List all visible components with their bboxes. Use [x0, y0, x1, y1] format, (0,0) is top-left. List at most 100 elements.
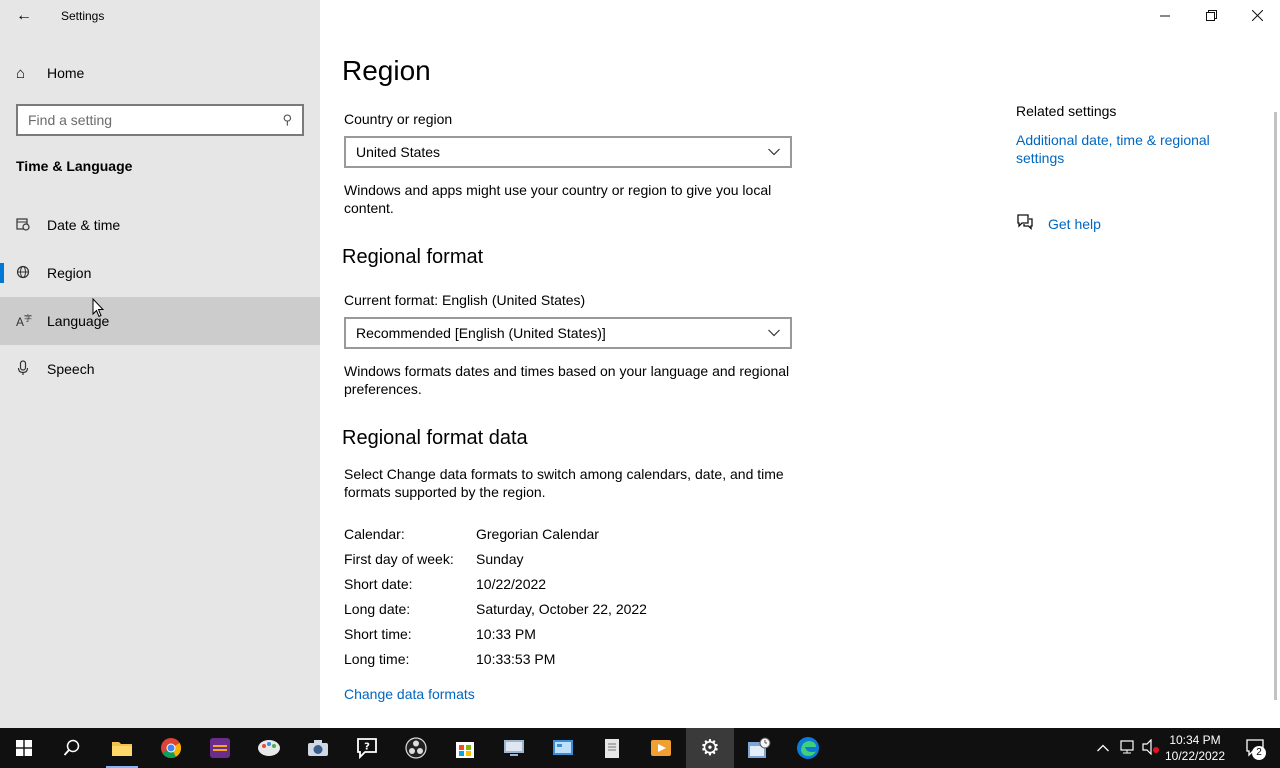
globe-icon [0, 265, 47, 282]
format-data-key: Short time: [344, 626, 412, 642]
country-dropdown[interactable]: United States [344, 136, 792, 168]
folder-icon [112, 742, 132, 756]
sidebar-item-date-time[interactable]: Date & time [0, 201, 320, 249]
format-data-value: Saturday, October 22, 2022 [476, 601, 647, 617]
format-data-value: 10/22/2022 [476, 576, 547, 592]
microphone-icon [0, 359, 47, 379]
clock-time: 10:34 PM [1169, 733, 1221, 747]
search-box[interactable]: ⚲ [16, 104, 304, 136]
paint-app-button[interactable] [245, 728, 293, 768]
chevron-down-icon [768, 326, 780, 340]
format-data-value: Gregorian Calendar [476, 526, 599, 542]
edge-button[interactable] [784, 728, 832, 768]
back-arrow-icon: ← [16, 7, 32, 24]
volume-muted-icon[interactable] [1142, 738, 1160, 758]
home-nav-item[interactable]: ⌂ Home [0, 56, 320, 90]
home-label: Home [47, 65, 85, 81]
format-dropdown[interactable]: Recommended [English (United States)] [344, 317, 792, 349]
back-button[interactable]: ← [8, 4, 40, 28]
regional-format-heading: Regional format [342, 246, 484, 268]
windows-logo-icon [16, 740, 32, 756]
edge-icon [797, 737, 819, 759]
tips-button[interactable]: ? [343, 728, 391, 768]
format-data-value: 10:33:53 PM [476, 651, 556, 667]
notification-count-badge: 2 [1252, 746, 1266, 760]
obs-icon [405, 737, 427, 759]
search-input[interactable] [28, 112, 258, 128]
obs-button[interactable] [392, 728, 440, 768]
scheduler-app-button[interactable] [735, 728, 783, 768]
help-chat-icon [1016, 214, 1048, 234]
page-title: Region [342, 55, 431, 86]
file-explorer-button[interactable] [98, 728, 146, 768]
camera-button[interactable] [294, 728, 342, 768]
help-bubble-icon: ? [357, 738, 377, 759]
home-icon: ⌂ [16, 64, 26, 82]
minimize-button[interactable] [1142, 0, 1188, 32]
store-button[interactable] [441, 728, 489, 768]
taskbar-clock[interactable]: 10:34 PM 10/22/2022 [1160, 732, 1230, 764]
get-help-link[interactable]: Get help [1016, 214, 1101, 234]
sidebar-item-label: Region [47, 265, 92, 281]
settings-button[interactable]: ⚙ [686, 728, 734, 768]
search-icon [63, 739, 80, 756]
search-button[interactable] [48, 728, 96, 768]
section-title: Time & Language [16, 158, 133, 174]
chevron-down-icon [768, 145, 780, 159]
format-description: Windows formats dates and times based on… [344, 363, 790, 397]
notepad-app-button[interactable] [588, 728, 636, 768]
start-button[interactable] [0, 728, 48, 768]
format-data-heading: Regional format data [342, 427, 528, 449]
close-icon [1251, 8, 1263, 24]
sidebar-item-region[interactable]: Region [0, 249, 320, 297]
retro-app-button[interactable] [196, 728, 244, 768]
control-panel-button[interactable] [539, 728, 587, 768]
action-center-button[interactable]: 2 [1232, 728, 1280, 768]
notepad-icon [605, 739, 619, 758]
network-icon[interactable] [1118, 739, 1136, 758]
country-description: Windows and apps might use your country … [344, 182, 772, 216]
remote-desktop-button[interactable] [490, 728, 538, 768]
format-data-key: Long time: [344, 651, 410, 667]
store-icon [456, 742, 474, 758]
format-data-key: First day of week: [344, 551, 454, 567]
svg-text:?: ? [364, 742, 370, 753]
sidebar-item-speech[interactable]: Speech [0, 345, 320, 393]
format-data-key: Calendar: [344, 526, 405, 542]
country-value: United States [356, 144, 441, 160]
media-player-icon [651, 740, 671, 756]
language-icon: A字 [16, 314, 33, 329]
remote-desktop-icon [504, 740, 524, 756]
chrome-icon [161, 738, 182, 759]
restore-button[interactable] [1188, 0, 1234, 32]
additional-settings-link[interactable]: Additional date, time & regional setting… [1016, 131, 1246, 167]
sidebar: ← Settings ⌂ Home ⚲ Time & Language Date… [0, 0, 320, 728]
gear-icon: ⚙ [700, 735, 720, 760]
scheduler-icon [748, 737, 771, 758]
format-data-key: Short date: [344, 576, 413, 592]
camera-icon [308, 740, 328, 756]
format-value: Recommended [English (United States)] [356, 325, 606, 341]
taskbar: ? ⚙ 10:34 PM 10/22/2022 2 [0, 728, 1280, 768]
show-hidden-icons-chevron-icon[interactable] [1097, 740, 1109, 755]
change-data-formats-link[interactable]: Change data formats [344, 686, 475, 702]
format-data-key: Long date: [344, 601, 411, 617]
scrollbar[interactable] [1274, 112, 1277, 700]
chrome-button[interactable] [147, 728, 195, 768]
control-panel-icon [553, 740, 573, 755]
search-icon: ⚲ [282, 112, 292, 127]
calendar-clock-icon [0, 217, 47, 234]
media-app-button[interactable] [637, 728, 685, 768]
format-data-value: 10:33 PM [476, 626, 536, 642]
sidebar-item-language[interactable]: A字 Language [0, 297, 320, 345]
format-data-description: Select Change data formats to switch amo… [344, 466, 784, 500]
country-label: Country or region [344, 111, 453, 127]
close-button[interactable] [1234, 0, 1280, 32]
retro-app-icon [210, 738, 230, 758]
paint-palette-icon [258, 740, 280, 756]
app-title: Settings [61, 9, 105, 23]
clock-date: 10/22/2022 [1164, 749, 1226, 763]
get-help-label: Get help [1048, 216, 1101, 232]
current-format-label: Current format: English (United States) [344, 292, 586, 308]
related-settings-title: Related settings [1016, 103, 1117, 119]
